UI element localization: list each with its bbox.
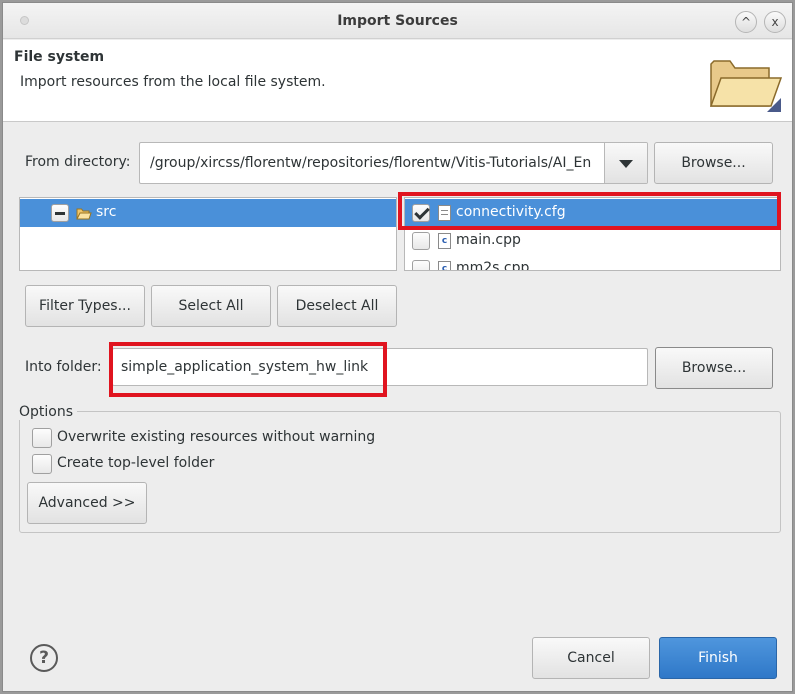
import-sources-dialog: Import Sources ^ x File system Import re… (2, 2, 793, 692)
create-top-level-checkbox[interactable] (32, 454, 52, 474)
window-title: Import Sources (337, 13, 458, 29)
browse-folder-button[interactable]: Browse... (655, 347, 773, 389)
cpp-file-icon: c (438, 233, 451, 249)
overwrite-checkbox[interactable] (32, 428, 52, 448)
wizard-header: File system Import resources from the lo… (3, 40, 792, 122)
main-cpp-checkbox[interactable] (412, 232, 430, 250)
tree-item-label: src (96, 204, 117, 220)
into-folder-label: Into folder: (25, 359, 102, 375)
select-all-button[interactable]: Select All (151, 285, 271, 327)
from-directory-value[interactable]: /group/xircss/florentw/repositories/flor… (150, 143, 598, 183)
from-directory-combo[interactable]: /group/xircss/florentw/repositories/flor… (139, 142, 648, 184)
list-item-label: connectivity.cfg (456, 204, 566, 220)
advanced-button[interactable]: Advanced >> (27, 482, 147, 524)
cancel-button[interactable]: Cancel (532, 637, 650, 679)
from-directory-label: From directory: (25, 154, 131, 170)
page-description: Import resources from the local file sys… (20, 74, 326, 90)
into-folder-input[interactable]: simple_application_system_hw_link (112, 348, 648, 386)
list-item-connectivity-cfg[interactable]: connectivity.cfg (405, 199, 780, 227)
connectivity-cfg-checkbox[interactable] (412, 204, 430, 222)
window-titlebar[interactable]: Import Sources ^ x (3, 3, 792, 39)
browse-directory-button[interactable]: Browse... (654, 142, 773, 184)
list-item-label: main.cpp (456, 232, 521, 248)
list-item-mm2s-cpp[interactable]: c mm2s.cpp (405, 255, 780, 271)
folder-tree[interactable]: src (19, 197, 397, 271)
file-list[interactable]: connectivity.cfg c main.cpp c mm2s.cpp (404, 197, 781, 271)
src-checkbox[interactable] (51, 204, 69, 222)
finish-button[interactable]: Finish (659, 637, 777, 679)
create-top-level-label[interactable]: Create top-level folder (57, 455, 214, 471)
tree-item-src[interactable]: src (20, 199, 396, 227)
cpp-file-icon: c (438, 261, 451, 270)
mm2s-cpp-checkbox[interactable] (412, 260, 430, 270)
options-title: Options (19, 404, 78, 420)
list-item-label: mm2s.cpp (456, 260, 530, 271)
text-file-icon (438, 205, 451, 221)
close-button[interactable]: x (764, 11, 786, 33)
list-item-main-cpp[interactable]: c main.cpp (405, 227, 780, 255)
maximize-button[interactable]: ^ (735, 11, 757, 33)
help-icon[interactable]: ? (30, 644, 58, 672)
chevron-down-icon[interactable] (604, 143, 647, 183)
overwrite-label[interactable]: Overwrite existing resources without war… (57, 429, 375, 445)
filter-types-button[interactable]: Filter Types... (25, 285, 145, 327)
open-folder-icon (76, 208, 92, 220)
folder-icon (709, 60, 783, 112)
page-title: File system (14, 49, 105, 65)
deselect-all-button[interactable]: Deselect All (277, 285, 397, 327)
